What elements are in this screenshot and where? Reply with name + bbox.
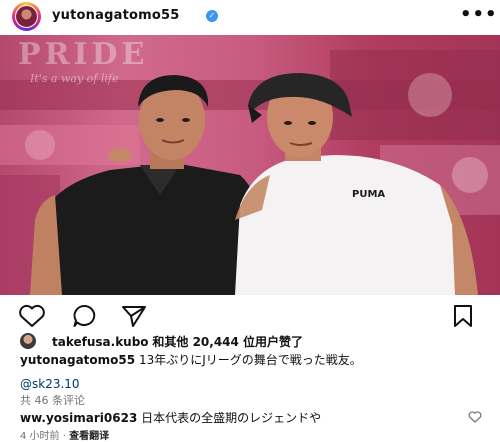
likes-summary[interactable]: takefusa.kubo 和其他 20,444 位用户赞了 [20, 332, 490, 350]
translate-link[interactable]: 查看翻译 [69, 431, 109, 442]
puma-logo-text: PUMA [352, 189, 385, 200]
liker-avatar [20, 333, 36, 349]
top-comment: ww.yosimari0623 日本代表の全盛期のレジェンドや [20, 409, 460, 426]
caption-mention[interactable]: @sk23.10 [20, 377, 80, 391]
bookmark-icon[interactable] [452, 304, 474, 328]
meta-separator: · [62, 431, 66, 442]
caption-text: 13年ぶりにJリーグの舞台で戦った戦友。 [138, 353, 362, 367]
avatar-image [15, 5, 38, 28]
action-bar [0, 300, 500, 330]
heart-icon[interactable] [18, 304, 46, 328]
comment-text: 日本代表の全盛期のレジェンドや [141, 411, 322, 425]
verified-badge-icon: ✓ [206, 10, 218, 22]
share-icon[interactable] [121, 304, 147, 328]
banner-title: PRIDE [18, 37, 149, 72]
username[interactable]: yutonagatomo55 [52, 8, 180, 23]
caption-username[interactable]: yutonagatomo55 [20, 353, 135, 367]
liker-username[interactable]: takefusa.kubo [52, 335, 149, 349]
post-photo[interactable]: PUMA PRIDE It's a way of life [0, 35, 500, 295]
comment-username[interactable]: ww.yosimari0623 [20, 411, 137, 425]
comment-icon[interactable] [72, 304, 98, 328]
comment-like-icon[interactable] [468, 411, 482, 423]
post-time: 4 小时前 [20, 431, 60, 442]
view-comments-link[interactable]: 共 46 条评论 [20, 392, 85, 408]
banner-subtitle: It's a way of life [30, 72, 119, 85]
likes-text: takefusa.kubo 和其他 20,444 位用户赞了 [52, 333, 303, 350]
post-caption: yutonagatomo55 13年ぶりにJリーグの舞台で戦った戦友。 [20, 352, 480, 368]
likes-count-text[interactable]: 和其他 20,444 位用户赞了 [152, 335, 303, 349]
post-header: yutonagatomo55 ✓ ••• [0, 0, 500, 33]
more-options-icon[interactable]: ••• [460, 4, 498, 25]
profile-avatar[interactable] [12, 2, 41, 31]
